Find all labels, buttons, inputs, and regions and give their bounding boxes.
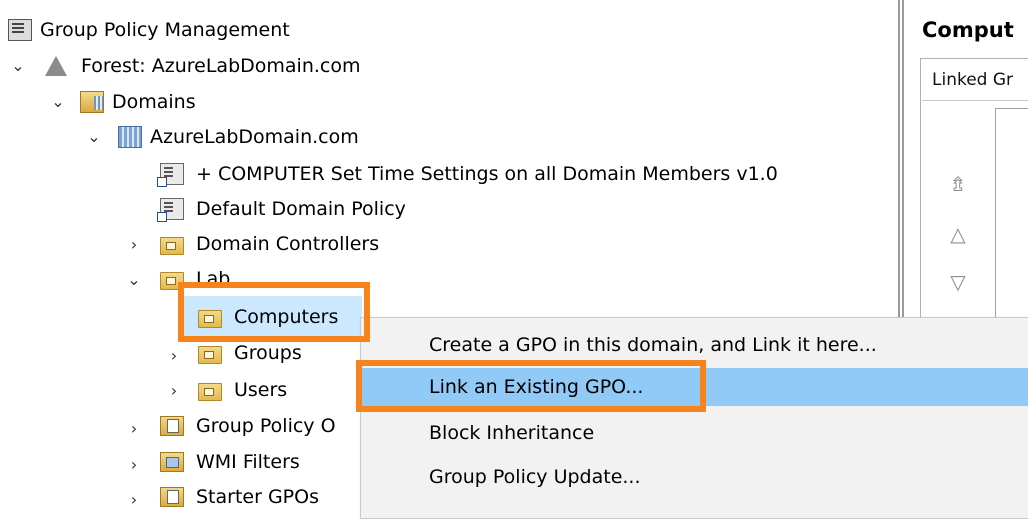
tree-item-gpo-link-time-settings[interactable]: + COMPUTER Set Time Settings on all Doma…	[157, 157, 778, 191]
tree-item-domains[interactable]: Domains	[80, 85, 196, 119]
tab-linked-gpos[interactable]: Linked Gr	[932, 70, 1013, 90]
tab-divider	[922, 100, 1028, 101]
chevron-right-icon[interactable]: ›	[164, 338, 184, 372]
chevron-right-icon[interactable]: ›	[124, 447, 144, 481]
starter-gpo-icon	[160, 487, 184, 507]
move-to-top-icon[interactable]: ⇯	[946, 172, 970, 196]
move-up-icon[interactable]: △	[946, 222, 970, 246]
chevron-right-icon[interactable]: ›	[164, 373, 184, 407]
tree-item-gpo-link-default-domain-policy[interactable]: Default Domain Policy	[157, 192, 406, 226]
details-pane-title: Comput	[922, 18, 1014, 42]
chevron-down-icon[interactable]: ⌄	[8, 48, 28, 82]
menu-item-create-and-link-gpo[interactable]: Create a GPO in this domain, and Link it…	[361, 326, 1028, 364]
tree-item-label: Default Domain Policy	[196, 198, 406, 220]
domain-icon	[118, 126, 142, 148]
ou-folder-icon	[160, 237, 184, 255]
chevron-right-icon[interactable]: ›	[124, 482, 144, 516]
chevron-down-icon[interactable]: ⌄	[124, 262, 144, 296]
chevron-down-icon[interactable]: ⌄	[84, 119, 104, 153]
context-menu: Create a GPO in this domain, and Link it…	[360, 317, 1028, 519]
chevron-right-icon[interactable]: ›	[124, 227, 144, 261]
menu-item-link-existing-gpo[interactable]: Link an Existing GPO...	[361, 368, 1028, 406]
tree-item-users[interactable]: Users	[198, 373, 287, 407]
tree-item-domain[interactable]: AzureLabDomain.com	[118, 120, 359, 154]
gpo-link-icon	[157, 163, 184, 187]
tree-item-label: Groups	[234, 342, 302, 364]
tree-item-lab[interactable]: Lab	[160, 262, 230, 296]
chevron-down-icon[interactable]: ⌄	[48, 84, 68, 118]
tree-item-label: Starter GPOs	[196, 486, 319, 508]
tree-item-starter-gpos[interactable]: Starter GPOs	[160, 480, 319, 514]
tree-item-forest[interactable]: Forest: AzureLabDomain.com	[45, 49, 360, 83]
ou-folder-icon	[198, 383, 222, 401]
tree-item-label: Group Policy Management	[40, 19, 290, 41]
domains-folder-icon	[80, 91, 104, 113]
tree-item-label: AzureLabDomain.com	[150, 126, 359, 148]
move-down-icon[interactable]: ▽	[946, 270, 970, 294]
wmi-filter-icon	[160, 452, 184, 472]
tree-item-label: Computers	[234, 306, 339, 328]
menu-item-group-policy-update[interactable]: Group Policy Update...	[361, 458, 1028, 496]
tree-item-wmi-filters[interactable]: WMI Filters	[160, 445, 300, 479]
chevron-right-icon[interactable]: ›	[124, 411, 144, 445]
tree-item-computers[interactable]: Computers	[198, 300, 338, 334]
tree-item-label: Group Policy O	[196, 415, 336, 437]
ou-folder-icon	[160, 272, 184, 290]
tree-item-group-policy-management[interactable]: Group Policy Management	[8, 13, 290, 47]
tree-item-label: Domain Controllers	[196, 233, 380, 255]
ou-folder-icon	[198, 310, 222, 328]
tree-item-group-policy-objects[interactable]: Group Policy O	[160, 409, 336, 443]
gpo-link-icon	[157, 198, 184, 222]
tree-item-label: + COMPUTER Set Time Settings on all Doma…	[196, 163, 778, 185]
tree-item-label: Users	[234, 379, 288, 401]
menu-item-block-inheritance[interactable]: Block Inheritance	[361, 414, 1028, 452]
tree-item-domain-controllers[interactable]: Domain Controllers	[160, 227, 379, 261]
gpo-container-icon	[160, 416, 184, 436]
tree-item-groups[interactable]: Groups	[198, 336, 302, 370]
tree-item-label: Domains	[112, 91, 196, 113]
ou-folder-icon	[198, 346, 222, 364]
tree-item-label: WMI Filters	[196, 451, 300, 473]
forest-icon	[45, 56, 67, 76]
tree-item-label: Lab	[196, 268, 231, 290]
tree-item-label: Forest: AzureLabDomain.com	[81, 55, 361, 77]
group-policy-management-icon	[8, 19, 32, 41]
